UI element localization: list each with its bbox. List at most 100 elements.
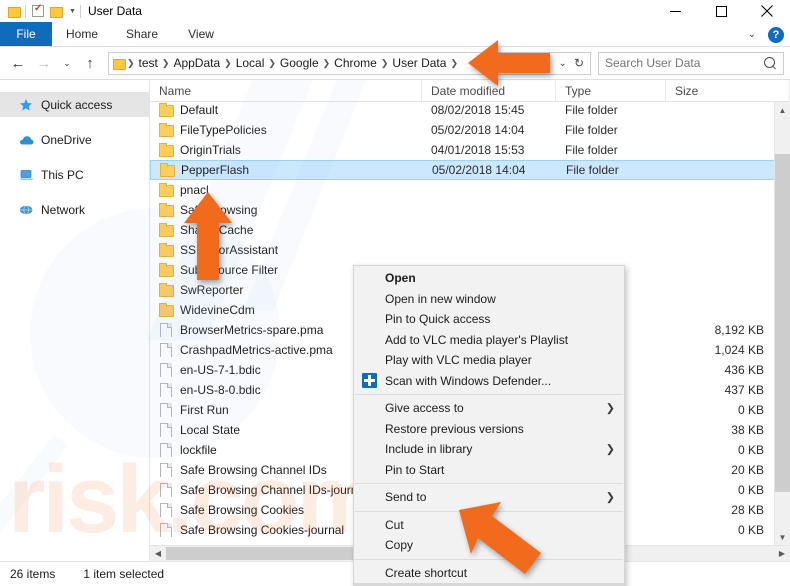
refresh-icon[interactable]: ↻ [574, 56, 584, 70]
sidebar-item-network[interactable]: Network [0, 197, 149, 222]
menu-separator [355, 394, 623, 395]
scroll-left-icon[interactable]: ◀ [150, 549, 166, 558]
breadcrumb-item-user-data[interactable]: User Data [389, 56, 449, 70]
address-bar-arrow [466, 38, 552, 88]
breadcrumb-item-chrome[interactable]: Chrome [331, 56, 380, 70]
chevron-down-icon[interactable]: ⌄ [748, 29, 756, 40]
column-header-type[interactable]: Type [556, 79, 666, 102]
chevron-right-icon: ❯ [605, 443, 615, 456]
menu-item-scan-with-windows-defender[interactable]: Scan with Windows Defender... [354, 371, 624, 392]
menu-item-include-in-library[interactable]: Include in library ❯ [354, 439, 624, 460]
file-size-cell: 437 KB [724, 383, 764, 397]
properties-icon[interactable] [32, 3, 44, 17]
customize-caret-icon[interactable]: ▼ [69, 8, 76, 15]
menu-item-play-with-vlc-media-player[interactable]: Play with VLC media player [354, 350, 624, 371]
tab-view[interactable]: View [172, 22, 230, 46]
sidebar-item-label: This PC [41, 167, 84, 182]
breadcrumb-separator: ❯ [450, 57, 458, 68]
file-icon [159, 383, 173, 397]
file-explorer-window: ▼ User Data File Home Share View ⌄ ? ← → [0, 0, 790, 586]
table-row[interactable]: SSLErrorAssistant [150, 240, 790, 260]
computer-icon [18, 167, 34, 183]
menu-item-add-to-vlc-media-player-s-playlist[interactable]: Add to VLC media player's Playlist [354, 330, 624, 351]
table-row[interactable]: OriginTrials 04/01/2018 15:53 File folder [150, 140, 790, 160]
file-date-cell: 04/01/2018 15:53 [431, 143, 525, 157]
minimize-icon[interactable] [652, 0, 698, 22]
sidebar-item-onedrive[interactable]: OneDrive [0, 127, 149, 152]
chevron-right-icon: ❯ [605, 402, 615, 415]
table-row[interactable]: ShaderCache [150, 220, 790, 240]
sidebar-item-this-pc[interactable]: This PC [0, 162, 149, 187]
scroll-up-icon[interactable]: ▲ [775, 102, 790, 118]
sidebar-item-quick-access[interactable]: Quick access [0, 92, 149, 117]
file-type-cell: File folder [565, 123, 618, 137]
folder-icon[interactable] [8, 6, 21, 18]
breadcrumb-separator: ❯ [127, 57, 135, 68]
menu-item-open-in-new-window[interactable]: Open in new window [354, 289, 624, 310]
up-arrow-icon[interactable]: ↑ [78, 51, 102, 75]
sidebar-item-label: Network [41, 202, 86, 217]
breadcrumb-item-local[interactable]: Local [233, 56, 268, 70]
folder-icon [159, 243, 174, 257]
search-box[interactable] [598, 51, 784, 75]
breadcrumb-item-appdata[interactable]: AppData [170, 56, 223, 70]
table-row[interactable]: Default 08/02/2018 15:45 File folder [150, 102, 790, 120]
table-row[interactable]: Safe Browsing [150, 200, 790, 220]
network-icon [18, 202, 34, 218]
menu-item-give-access-to[interactable]: Give access to ❯ [354, 398, 624, 419]
cloud-icon [18, 132, 34, 148]
menu-item-pin-to-start[interactable]: Pin to Start [354, 460, 624, 481]
scroll-down-icon[interactable]: ▼ [775, 529, 790, 545]
file-name-label: Safe Browsing Channel IDs-journal [180, 483, 367, 497]
folder-icon [159, 283, 174, 297]
column-header-name[interactable]: Name [150, 79, 422, 102]
file-size-cell: 28 KB [731, 503, 764, 517]
menu-item-label: Play with VLC media player [385, 353, 532, 368]
menu-item-label: Copy [385, 538, 414, 553]
delete-arrow [455, 498, 545, 578]
back-arrow-icon[interactable]: ← [6, 51, 30, 75]
search-input[interactable] [605, 56, 764, 70]
maximize-icon[interactable] [698, 0, 744, 22]
scrollbar-thumb[interactable] [775, 154, 790, 492]
breadcrumb-item-test[interactable]: test [136, 56, 161, 70]
file-name-label: FileTypePolicies [180, 123, 267, 137]
tab-file[interactable]: File [0, 22, 52, 46]
forward-arrow-icon[interactable]: → [32, 51, 56, 75]
file-icon [159, 503, 173, 517]
table-row[interactable]: PepperFlash 05/02/2018 14:04 File folder [150, 160, 790, 180]
table-row[interactable]: FileTypePolicies 05/02/2018 14:04 File fol… [150, 120, 790, 140]
search-icon[interactable] [764, 56, 777, 70]
help-icon[interactable]: ? [768, 26, 784, 43]
file-date-cell: 08/02/2018 15:45 [431, 103, 525, 117]
column-header-size[interactable]: Size [666, 79, 790, 102]
menu-item-label: Send to [385, 490, 427, 505]
breadcrumb-separator: ❯ [161, 57, 170, 68]
menu-item-label: Open in new window [385, 291, 496, 306]
address-bar: ← → ⌄ ↑ ❯ test ❯ AppData ❯ Local ❯ Googl… [0, 47, 790, 79]
menu-item-open[interactable]: Open [354, 268, 624, 289]
menu-item-label: Scan with Windows Defender... [385, 373, 552, 388]
vertical-scrollbar[interactable]: ▲ ▼ [774, 102, 790, 545]
folder-icon [159, 183, 174, 197]
status-item-count: 26 items [10, 567, 56, 581]
file-size-cell: 20 KB [731, 463, 764, 477]
tab-share[interactable]: Share [112, 22, 172, 46]
table-row[interactable]: pnacl [150, 180, 790, 200]
file-icon [159, 363, 173, 377]
menu-item-pin-to-quick-access[interactable]: Pin to Quick access [354, 309, 624, 330]
address-bar-buttons: ⌄ ↻ [559, 56, 588, 70]
new-folder-icon[interactable] [50, 6, 63, 18]
window-controls [652, 0, 790, 22]
folder-icon [160, 163, 175, 177]
tab-home[interactable]: Home [52, 22, 112, 46]
file-size-cell: 0 KB [737, 443, 764, 457]
file-icon [159, 483, 173, 497]
folder-icon [159, 303, 174, 317]
chevron-down-icon[interactable]: ⌄ [559, 58, 567, 69]
close-icon[interactable] [744, 0, 790, 22]
breadcrumb-item-google[interactable]: Google [277, 56, 322, 70]
menu-item-restore-previous-versions[interactable]: Restore previous versions [354, 419, 624, 440]
recent-locations-icon[interactable]: ⌄ [58, 51, 76, 75]
scroll-right-icon[interactable]: ▶ [774, 549, 790, 558]
